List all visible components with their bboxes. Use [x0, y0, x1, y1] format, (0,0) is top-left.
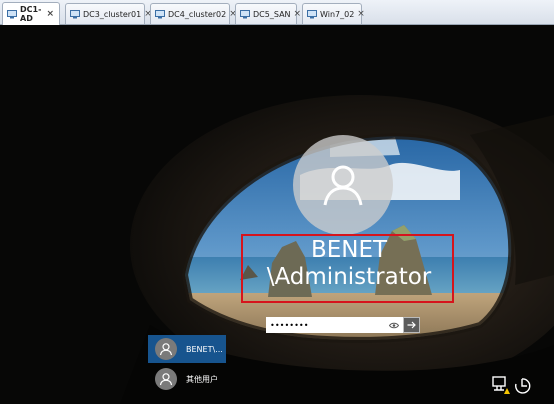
avatar	[155, 368, 177, 390]
vm-screen[interactable]: BENET \Administrator BENET\... 其他用户	[0, 25, 554, 404]
password-input[interactable]	[266, 317, 403, 333]
vm-icon	[155, 9, 165, 18]
tab-dc5-san[interactable]: DC5_SAN ×	[235, 3, 301, 24]
user-icon	[159, 373, 173, 386]
user-list-item-benet[interactable]: BENET\...	[148, 335, 226, 363]
highlight-box	[241, 234, 454, 303]
user-icon	[323, 165, 363, 206]
close-icon[interactable]: ×	[46, 9, 54, 19]
tab-label: DC1-AD	[20, 5, 42, 23]
user-list-item-other-user[interactable]: 其他用户	[148, 365, 226, 393]
user-list-label: 其他用户	[186, 374, 218, 384]
tab-win7-02[interactable]: Win7_02 ×	[302, 3, 365, 24]
user-avatar	[293, 135, 393, 235]
submit-button[interactable]	[403, 317, 420, 333]
tab-label: Win7_02	[320, 9, 355, 19]
ease-of-access-icon[interactable]	[512, 375, 532, 395]
avatar	[155, 338, 177, 360]
tab-dc3-cluster01[interactable]: DC3_cluster01 ×	[65, 3, 152, 24]
user-icon	[159, 343, 173, 356]
password-row	[266, 317, 421, 333]
tab-dc1-ad[interactable]: DC1-AD ×	[2, 2, 60, 25]
user-list-label: BENET\...	[186, 344, 223, 354]
close-icon[interactable]: ×	[294, 9, 302, 19]
tab-label: DC5_SAN	[253, 9, 291, 19]
arrow-right-icon	[407, 321, 416, 329]
close-icon[interactable]: ×	[357, 9, 365, 19]
vm-tab-bar: DC1-AD × DC3_cluster01 × DC4_cluster02 ×…	[0, 0, 554, 25]
tab-dc4-cluster02[interactable]: DC4_cluster02 ×	[150, 3, 237, 24]
tab-label: DC4_cluster02	[168, 9, 227, 19]
vm-icon	[307, 9, 317, 18]
network-icon[interactable]	[491, 375, 511, 395]
vm-icon	[70, 9, 80, 18]
vm-icon	[240, 9, 250, 18]
eye-icon[interactable]	[387, 317, 401, 333]
tab-label: DC3_cluster01	[83, 9, 142, 19]
lock-screen-background	[0, 25, 554, 404]
vm-icon	[7, 9, 17, 18]
